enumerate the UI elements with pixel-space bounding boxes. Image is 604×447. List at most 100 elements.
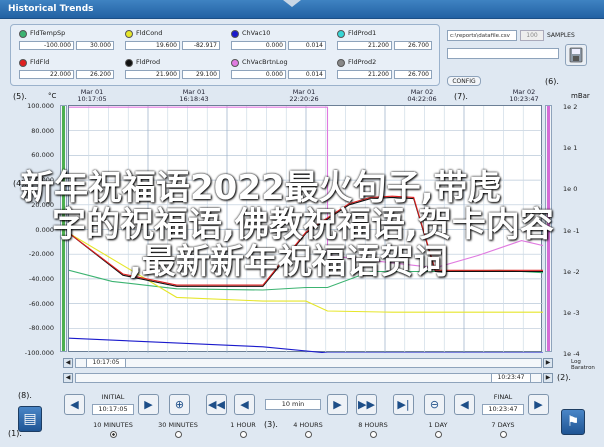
step-interval-field[interactable]: 10 min xyxy=(265,399,321,410)
right-tick-label: 1e 0 xyxy=(563,185,578,194)
overlay-line-1: 新年祝福语2022最火句子,带虎 xyxy=(20,168,502,208)
step-forward-button[interactable]: ▶ xyxy=(327,394,348,415)
range-option[interactable]: 8 HOURS xyxy=(338,421,408,438)
print-icon: ▤ xyxy=(23,411,37,427)
fast-forward-button[interactable]: ▶▶ xyxy=(356,394,377,415)
channel-color-swatch[interactable] xyxy=(231,30,239,38)
radio-button[interactable] xyxy=(174,431,182,438)
auto-run-button[interactable]: ⚑ xyxy=(561,409,585,435)
channel-low-field[interactable]: 21.200 xyxy=(337,70,392,79)
range-option[interactable]: 4 HOURS xyxy=(273,421,343,438)
right-tick-label: 1e -1 xyxy=(563,226,580,235)
channel-high-field[interactable]: 26.700 xyxy=(394,41,432,50)
channel-color-swatch[interactable] xyxy=(337,59,345,67)
channel-high-field[interactable]: -82.917 xyxy=(182,41,220,50)
step-back-button[interactable]: ◀ xyxy=(234,394,255,415)
channel-name: FldProd2 xyxy=(348,58,377,66)
drag-notch[interactable] xyxy=(283,0,301,7)
range-option[interactable]: 1 HOUR xyxy=(208,421,278,438)
channel-fldprod[interactable]: FldProd 21.900 29.100 xyxy=(122,57,222,82)
callout-8: (8). xyxy=(18,391,32,400)
channel-color-swatch[interactable] xyxy=(231,59,239,67)
header-time: 10:17:05 xyxy=(77,95,107,103)
initial-back-button[interactable]: ◀ xyxy=(64,394,85,415)
callout-7: (7). xyxy=(454,92,468,101)
channel-low-field[interactable]: -100.000 xyxy=(19,41,74,50)
final-back-button[interactable]: ◀ xyxy=(454,394,475,415)
channel-low-field[interactable]: 21.900 xyxy=(125,70,180,79)
channel-color-swatch[interactable] xyxy=(337,30,345,38)
channel-low-field[interactable]: 22.000 xyxy=(19,70,74,79)
left-tick-label: -40.000 xyxy=(28,274,54,283)
radio-button[interactable] xyxy=(109,431,117,438)
start-time-scroller[interactable]: 10:17:05 xyxy=(75,358,542,368)
channel-name: FldFld xyxy=(30,58,50,66)
channel-color-swatch[interactable] xyxy=(19,59,27,67)
radio-button[interactable] xyxy=(434,431,442,438)
channel-panel: FldTempSp -100.000 30.000 FldCond 19.600 -82.… xyxy=(10,24,440,86)
fast-back-button[interactable]: ◀◀ xyxy=(206,394,227,415)
channel-high-field[interactable]: 26.200 xyxy=(76,70,114,79)
header-time: 04:22:06 xyxy=(407,95,437,103)
radio-button[interactable] xyxy=(239,431,247,438)
config-button[interactable]: CONFIG xyxy=(447,76,481,86)
channel-fldprod1[interactable]: FldProd1 21.200 26.700 xyxy=(334,28,434,53)
scroll-right-button-bottom[interactable]: ▶ xyxy=(543,373,553,383)
zoom-in-button[interactable]: ⊕ xyxy=(169,394,190,415)
channel-fldfld[interactable]: FldFld 22.000 26.200 xyxy=(16,57,116,82)
range-option[interactable]: 7 DAYS xyxy=(468,421,538,438)
print-button[interactable]: ▤ xyxy=(18,406,42,432)
callout-6: (6). xyxy=(545,77,559,86)
channel-high-field[interactable]: 29.100 xyxy=(182,70,220,79)
initial-forward-button[interactable]: ▶ xyxy=(138,394,159,415)
header-time: 22:20:26 xyxy=(289,95,319,103)
final-time-field[interactable]: 10:23:47 xyxy=(482,404,524,415)
samples-input[interactable]: 100 xyxy=(520,30,544,41)
right-tick-label: 1e -3 xyxy=(563,308,580,317)
time-header: Mar 02 04:22:06 xyxy=(398,89,446,103)
channel-color-swatch[interactable] xyxy=(19,30,27,38)
channel-low-field[interactable]: 21.200 xyxy=(337,41,392,50)
left-tick-label: -20.000 xyxy=(28,250,54,259)
skip-end-icon: ▶| xyxy=(397,398,410,411)
channel-high-field[interactable]: 26.700 xyxy=(394,70,432,79)
range-option[interactable]: 10 MINUTES xyxy=(78,421,148,438)
channel-chvacbrtnlog[interactable]: ChVacBrtnLog 0.000 0.014 xyxy=(228,57,328,82)
channel-high-field[interactable]: 30.000 xyxy=(76,41,114,50)
channel-fldcond[interactable]: FldCond 19.600 -82.917 xyxy=(122,28,222,53)
channel-color-swatch[interactable] xyxy=(125,59,133,67)
time-header: Mar 01 10:17:05 xyxy=(68,89,116,103)
radio-button[interactable] xyxy=(369,431,377,438)
scroll-left-button-top[interactable]: ◀ xyxy=(63,358,73,368)
channel-chvac10[interactable]: ChVac10 0.000 0.014 xyxy=(228,28,328,53)
zoom-in-icon: ⊕ xyxy=(174,398,185,411)
channel-high-field[interactable]: 0.014 xyxy=(288,70,326,79)
time-header: Mar 02 10:23:47 xyxy=(500,89,548,103)
channel-low-field[interactable]: 0.000 xyxy=(231,70,286,79)
export-input[interactable] xyxy=(447,48,559,59)
scroll-right-button-top[interactable]: ▶ xyxy=(543,358,553,368)
initial-label: INITIAL xyxy=(101,393,125,401)
channel-low-field[interactable]: 19.600 xyxy=(125,41,180,50)
channel-color-swatch[interactable] xyxy=(125,30,133,38)
runner-icon: ⚑ xyxy=(566,414,580,430)
end-time-scroller[interactable]: 10:23:47 xyxy=(75,373,542,383)
samples-label: SAMPLES xyxy=(547,32,575,39)
range-option[interactable]: 1 DAY xyxy=(403,421,473,438)
channel-name: ChVac10 xyxy=(242,29,271,37)
channel-fldprod2[interactable]: FldProd2 21.200 26.700 xyxy=(334,57,434,82)
final-forward-button[interactable]: ▶ xyxy=(528,394,549,415)
radio-button[interactable] xyxy=(304,431,312,438)
file-path-field[interactable]: c:\reports\datafile.csv xyxy=(447,30,517,41)
scroll-left-button-bottom[interactable]: ◀ xyxy=(63,373,73,383)
range-option[interactable]: 30 MINUTES xyxy=(143,421,213,438)
arrow-right-icon: ▶ xyxy=(333,398,342,411)
channel-low-field[interactable]: 0.000 xyxy=(231,41,286,50)
radio-button[interactable] xyxy=(499,431,507,438)
initial-time-field[interactable]: 10:17:05 xyxy=(92,404,134,415)
channel-fldtempsp[interactable]: FldTempSp -100.000 30.000 xyxy=(16,28,116,53)
channel-high-field[interactable]: 0.014 xyxy=(288,41,326,50)
zoom-out-button[interactable]: ⊖ xyxy=(424,394,445,415)
jump-end-button[interactable]: ▶| xyxy=(393,394,414,415)
save-button[interactable] xyxy=(565,44,587,66)
